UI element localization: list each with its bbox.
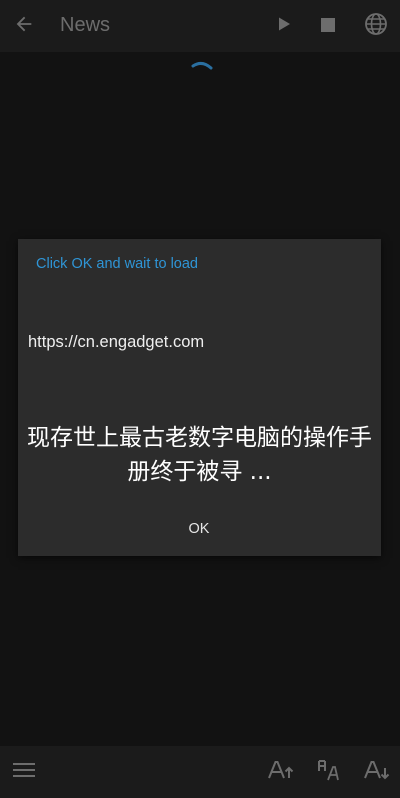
bottom-toolbar (0, 746, 400, 798)
font-style-icon (316, 758, 342, 786)
play-button[interactable] (268, 10, 300, 42)
play-icon (276, 16, 292, 36)
menu-icon (13, 762, 35, 782)
font-size-increase-icon (268, 760, 294, 784)
loading-spinner (190, 60, 214, 80)
font-style-button[interactable] (312, 756, 346, 788)
font-size-decrease-button[interactable] (360, 756, 394, 788)
back-button[interactable] (8, 10, 40, 42)
stop-icon (321, 17, 335, 36)
stop-button[interactable] (312, 10, 344, 42)
menu-button[interactable] (8, 756, 40, 788)
back-arrow-icon (13, 13, 35, 39)
font-size-decrease-icon (364, 760, 390, 784)
load-dialog: Click OK and wait to load https://cn.eng… (18, 239, 381, 556)
font-size-increase-button[interactable] (264, 756, 298, 788)
globe-icon (364, 12, 388, 40)
top-app-bar: News (0, 0, 400, 52)
app-screen: News Click OK and wait to load https://c… (0, 0, 400, 798)
article-url: https://cn.engadget.com (28, 333, 205, 351)
dialog-title: Click OK and wait to load (36, 256, 198, 272)
browser-button[interactable] (360, 10, 392, 42)
article-headline: 现存世上最古老数字电脑的操作手册终于被寻 ... (27, 425, 372, 485)
page-title: News (60, 14, 111, 36)
ok-button[interactable]: OK (168, 511, 230, 547)
